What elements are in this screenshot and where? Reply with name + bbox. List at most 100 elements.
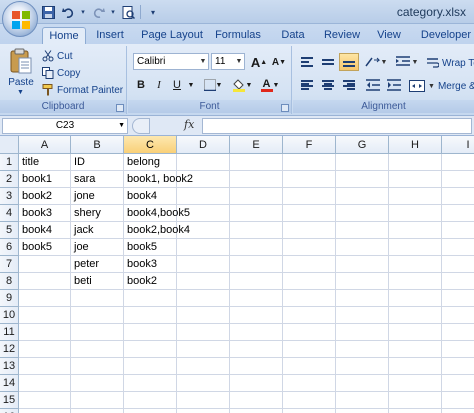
align-right-button[interactable]	[339, 76, 359, 94]
alignment-group-label: Alignment	[293, 100, 474, 113]
row-header-13[interactable]: 13	[0, 358, 19, 375]
insert-function-button[interactable]: fx	[184, 118, 194, 131]
cell-b2[interactable]: sara	[71, 171, 95, 188]
grow-font-button[interactable]: A ▲	[250, 53, 268, 71]
tab-review[interactable]: Review	[320, 27, 364, 44]
column-header-b[interactable]: B	[71, 136, 124, 154]
top-align-button[interactable]	[297, 53, 317, 71]
row-header-10[interactable]: 10	[0, 307, 19, 324]
italic-button[interactable]: I	[151, 76, 167, 94]
row-header-3[interactable]: 3	[0, 188, 19, 205]
undo-icon[interactable]	[60, 4, 76, 20]
worksheet-grid[interactable]: ABCDEFGHI12345678910111213141516titleIDb…	[0, 136, 474, 413]
font-dialog-launcher[interactable]	[281, 104, 289, 112]
column-header-e[interactable]: E	[230, 136, 283, 154]
copy-button[interactable]: Copy	[42, 65, 80, 81]
cell-b8[interactable]: beti	[71, 273, 92, 290]
column-header-a[interactable]: A	[19, 136, 71, 154]
cell-a6[interactable]: book5	[19, 239, 52, 256]
borders-button[interactable]: ▼	[202, 76, 224, 94]
column-header-h[interactable]: H	[389, 136, 442, 154]
formula-bar-grip[interactable]	[132, 118, 150, 134]
cell-b1[interactable]: ID	[71, 154, 85, 171]
underline-button[interactable]: U	[169, 76, 185, 94]
orientation-button[interactable]: ▼	[363, 53, 389, 71]
paste-button[interactable]: Paste ▼	[4, 46, 38, 98]
font-color-button[interactable]: A ▼	[258, 76, 282, 94]
row-header-7[interactable]: 7	[0, 256, 19, 273]
font-size-select[interactable]: 11 ▼	[211, 53, 245, 70]
chevron-down-icon[interactable]: ▾	[80, 4, 86, 20]
font-name-select[interactable]: Calibri ▼	[133, 53, 209, 70]
chevron-down-icon[interactable]: ▼	[187, 76, 195, 94]
align-left-button[interactable]	[297, 76, 317, 94]
merge-center-button[interactable]: ▼ Merge &	[409, 78, 474, 94]
name-box[interactable]: C23 ▼	[2, 118, 128, 134]
tab-formulas[interactable]: Formulas	[212, 27, 264, 44]
select-all-corner[interactable]	[0, 136, 19, 154]
row-header-12[interactable]: 12	[0, 341, 19, 358]
wrap-text-button[interactable]: Wrap Te	[427, 55, 474, 71]
cell-b5[interactable]: jack	[71, 222, 94, 239]
cell-c6[interactable]: book5	[124, 239, 157, 256]
redo-icon[interactable]	[90, 4, 106, 20]
cell-c2[interactable]: book1, book2	[124, 171, 193, 188]
row-header-6[interactable]: 6	[0, 239, 19, 256]
cell-a1[interactable]: title	[19, 154, 39, 171]
print-preview-icon[interactable]	[120, 4, 136, 20]
chevron-down-icon[interactable]: ▾	[110, 4, 116, 20]
formula-input[interactable]	[202, 118, 472, 134]
cut-button[interactable]: Cut	[42, 48, 73, 64]
align-center-button[interactable]	[318, 76, 338, 94]
row-header-11[interactable]: 11	[0, 324, 19, 341]
tab-home[interactable]: Home	[42, 27, 86, 44]
increase-indent-button[interactable]	[384, 76, 404, 94]
tab-developer[interactable]: Developer	[418, 27, 474, 44]
row-header-1[interactable]: 1	[0, 154, 19, 171]
row-header-4[interactable]: 4	[0, 205, 19, 222]
bottom-align-button[interactable]	[339, 53, 359, 71]
row-header-2[interactable]: 2	[0, 171, 19, 188]
row-header-16[interactable]: 16	[0, 409, 19, 413]
save-icon[interactable]	[40, 4, 56, 20]
tab-page-layout[interactable]: Page Layout	[140, 27, 204, 44]
format-painter-button[interactable]: Format Painter	[42, 82, 123, 98]
row-header-9[interactable]: 9	[0, 290, 19, 307]
cell-b3[interactable]: jone	[71, 188, 95, 205]
cell-b7[interactable]: peter	[71, 256, 99, 273]
cell-c8[interactable]: book2	[124, 273, 157, 290]
cell-a2[interactable]: book1	[19, 171, 52, 188]
indent-button[interactable]: ▼	[393, 53, 421, 71]
customize-qat-icon[interactable]: ▾	[145, 4, 161, 20]
cell-a5[interactable]: book4	[19, 222, 52, 239]
decrease-indent-button[interactable]	[363, 76, 383, 94]
row-header-15[interactable]: 15	[0, 392, 19, 409]
tab-view[interactable]: View	[372, 27, 406, 44]
cell-c3[interactable]: book4	[124, 188, 157, 205]
cell-c1[interactable]: belong	[124, 154, 160, 171]
clipboard-dialog-launcher[interactable]	[116, 104, 124, 112]
tab-data[interactable]: Data	[278, 27, 308, 44]
cell-b6[interactable]: joe	[71, 239, 89, 256]
middle-align-button[interactable]	[318, 53, 338, 71]
column-header-g[interactable]: G	[336, 136, 389, 154]
cell-c7[interactable]: book3	[124, 256, 157, 273]
column-header-f[interactable]: F	[283, 136, 336, 154]
column-header-c[interactable]: C	[124, 136, 177, 154]
column-header-d[interactable]: D	[177, 136, 230, 154]
tab-insert[interactable]: Insert	[90, 27, 130, 44]
cell-a4[interactable]: book3	[19, 205, 52, 222]
cell-a3[interactable]: book2	[19, 188, 52, 205]
row-header-5[interactable]: 5	[0, 222, 19, 239]
cell-c4[interactable]: book4,book5	[124, 205, 190, 222]
row-header-8[interactable]: 8	[0, 273, 19, 290]
row-header-14[interactable]: 14	[0, 375, 19, 392]
fill-color-button[interactable]: ▼	[230, 76, 254, 94]
font-group: Calibri ▼ 11 ▼ A ▲ A ▼ B I U ▼ ▼ ▼ A ▼ F…	[128, 46, 292, 114]
office-button[interactable]	[2, 1, 38, 37]
column-header-i[interactable]: I	[442, 136, 474, 154]
shrink-font-button[interactable]: A ▼	[270, 53, 288, 71]
cell-b4[interactable]: shery	[71, 205, 101, 222]
cell-c5[interactable]: book2,book4	[124, 222, 190, 239]
bold-button[interactable]: B	[133, 76, 149, 94]
